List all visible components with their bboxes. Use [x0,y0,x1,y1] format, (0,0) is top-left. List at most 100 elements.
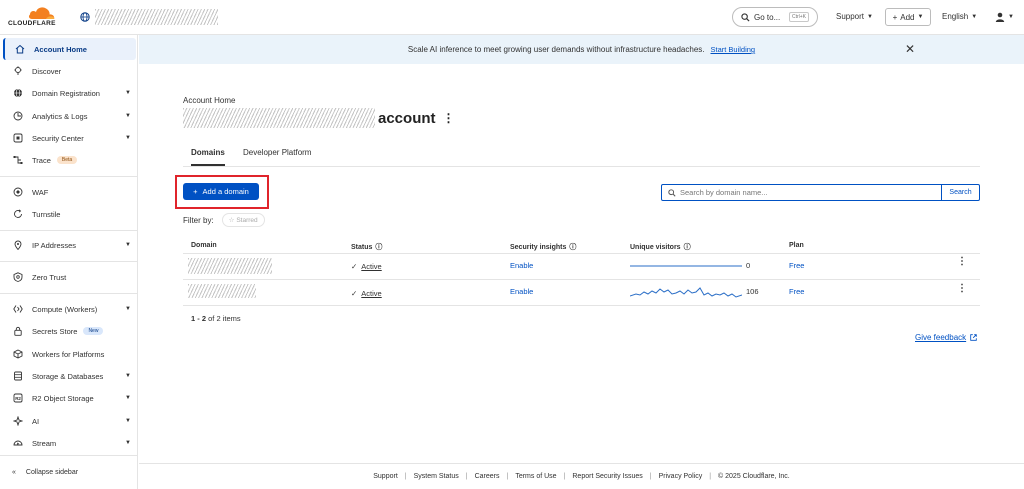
support-menu[interactable]: Support ▼ [836,12,873,21]
sidebar-item-label: Trace [32,155,51,165]
sidebar-item-label: R2 Object Storage [32,393,94,403]
sidebar-item-discover[interactable]: Discover [0,61,138,81]
location-pin-icon [12,239,24,251]
add-domain-label: Add a domain [202,187,249,196]
sidebar-item-label: Stream [32,438,57,448]
sidebar-item-analytics-logs[interactable]: Analytics & Logs ▼ [0,106,138,126]
footer-link-system-status[interactable]: System Status [414,473,459,480]
domain-name-redacted[interactable] [188,258,272,274]
database-icon [12,370,24,382]
account-name-redacted [183,108,375,128]
sidebar-divider [0,176,138,177]
footer-link-terms[interactable]: Terms of Use [515,473,556,480]
plus-icon: + [193,187,198,196]
visitors-count: 106 [746,287,759,296]
header-label: Domain [191,242,217,249]
status-active: ✓ Active [351,289,382,298]
sidebar-item-waf[interactable]: WAF [0,182,138,202]
goto-search[interactable]: Go to... Ctrl+K [732,7,818,27]
starred-filter-chip[interactable]: ☆ Starred [221,213,265,227]
sidebar-item-storage-databases[interactable]: Storage & Databases ▼ [0,366,138,386]
chevron-down-icon: ▼ [1008,14,1014,20]
sidebar-divider [0,261,138,262]
search-button[interactable]: Search [941,185,979,200]
check-icon: ✓ [351,289,358,298]
add-button[interactable]: + Add ▼ [885,8,931,26]
check-icon: ✓ [351,262,358,271]
items-count: 1 - 2 of 2 items [191,314,241,323]
column-header-plan[interactable]: Plan [789,242,804,249]
status-label[interactable]: Active [361,289,381,298]
domain-name-redacted[interactable] [188,284,256,298]
sidebar-item-stream[interactable]: Stream ▼ [0,433,138,453]
sidebar: Account Home Discover Domain Registratio… [0,35,138,489]
collapse-sidebar-button[interactable]: « Collapse sidebar [0,455,138,489]
banner-link[interactable]: Start Building [711,45,756,54]
goto-shortcut: Ctrl+K [788,12,809,22]
info-icon: ⓘ [683,244,691,251]
sidebar-item-zero-trust[interactable]: Zero Trust [0,267,138,287]
chevron-down-icon: ▼ [971,13,978,20]
page-title: account ⋮ [183,108,455,128]
sidebar-item-label: AI [32,416,40,426]
footer-link-careers[interactable]: Careers [475,473,500,480]
trace-icon [12,154,24,166]
home-icon [14,43,26,55]
sidebar-item-workers-for-platforms[interactable]: Workers for Platforms [0,344,138,364]
give-feedback-link[interactable]: Give feedback [915,333,977,342]
column-header-domain[interactable]: Domain [191,242,217,249]
sidebar-item-trace[interactable]: Trace Beta [0,150,138,170]
chevron-down-icon: ▼ [125,418,131,424]
plan-link[interactable]: Free [789,287,804,296]
add-domain-button[interactable]: + Add a domain [183,183,259,200]
search-icon [668,188,676,197]
chevron-down-icon: ▼ [125,135,131,141]
row-kebab-icon[interactable]: ⋮ [957,284,967,294]
user-menu[interactable]: ▼ [995,12,1014,22]
close-icon[interactable]: ✕ [905,42,915,56]
tab-developer-platform[interactable]: Developer Platform [243,148,311,157]
visitors-sparkline [630,265,742,267]
table-divider [183,279,980,280]
sidebar-item-secrets-store[interactable]: Secrets Store New [0,321,138,341]
r2-icon: R2 [12,392,24,404]
sidebar-item-turnstile[interactable]: Turnstile [0,204,138,224]
footer-link-report-security[interactable]: Report Security Issues [572,473,642,480]
language-menu[interactable]: English ▼ [942,12,977,21]
info-icon: ⓘ [375,244,383,251]
cloudflare-logo[interactable]: CLOUDFLARE [8,6,70,28]
account-switcher[interactable] [80,9,218,25]
plan-link[interactable]: Free [789,261,804,270]
starred-label: Starred [236,217,258,224]
external-link-icon [970,334,977,341]
sidebar-item-r2-object-storage[interactable]: R2 R2 Object Storage ▼ [0,388,138,408]
sidebar-item-domain-registration[interactable]: Domain Registration ▼ [0,83,138,103]
status-active: ✓ Active [351,262,382,271]
table-divider [183,305,980,306]
security-enable-link[interactable]: Enable [510,261,533,270]
sidebar-item-ai[interactable]: AI ▼ [0,411,138,431]
sidebar-item-label: IP Addresses [32,240,77,250]
sidebar-item-security-center[interactable]: Security Center ▼ [0,128,138,148]
sidebar-item-account-home[interactable]: Account Home [3,38,136,60]
kebab-menu-icon[interactable]: ⋮ [443,111,455,125]
chevron-down-icon: ▼ [125,440,131,446]
banner-text: Scale AI inference to meet growing user … [407,45,705,54]
row-kebab-icon[interactable]: ⋮ [957,257,967,267]
sidebar-item-label: Turnstile [32,209,61,219]
header-label: Unique visitors [630,243,681,251]
sidebar-item-ip-addresses[interactable]: IP Addresses ▼ [0,235,138,255]
column-header-security-insights[interactable]: Security insights ⓘ [510,242,576,252]
visitors-count: 0 [746,261,751,270]
footer-link-privacy[interactable]: Privacy Policy [659,473,703,480]
status-label[interactable]: Active [361,262,381,271]
tab-domains[interactable]: Domains [191,148,225,166]
beta-badge: Beta [56,156,78,164]
tab-bar: Domains Developer Platform [183,145,980,167]
footer-link-support[interactable]: Support [373,473,398,480]
sidebar-item-compute-workers[interactable]: Compute (Workers) ▼ [0,299,138,319]
security-enable-link[interactable]: Enable [510,287,533,296]
domain-search-input[interactable]: Search by domain name... [662,185,941,200]
column-header-status[interactable]: Status ⓘ [351,242,382,252]
column-header-unique-visitors[interactable]: Unique visitors ⓘ [630,242,691,252]
